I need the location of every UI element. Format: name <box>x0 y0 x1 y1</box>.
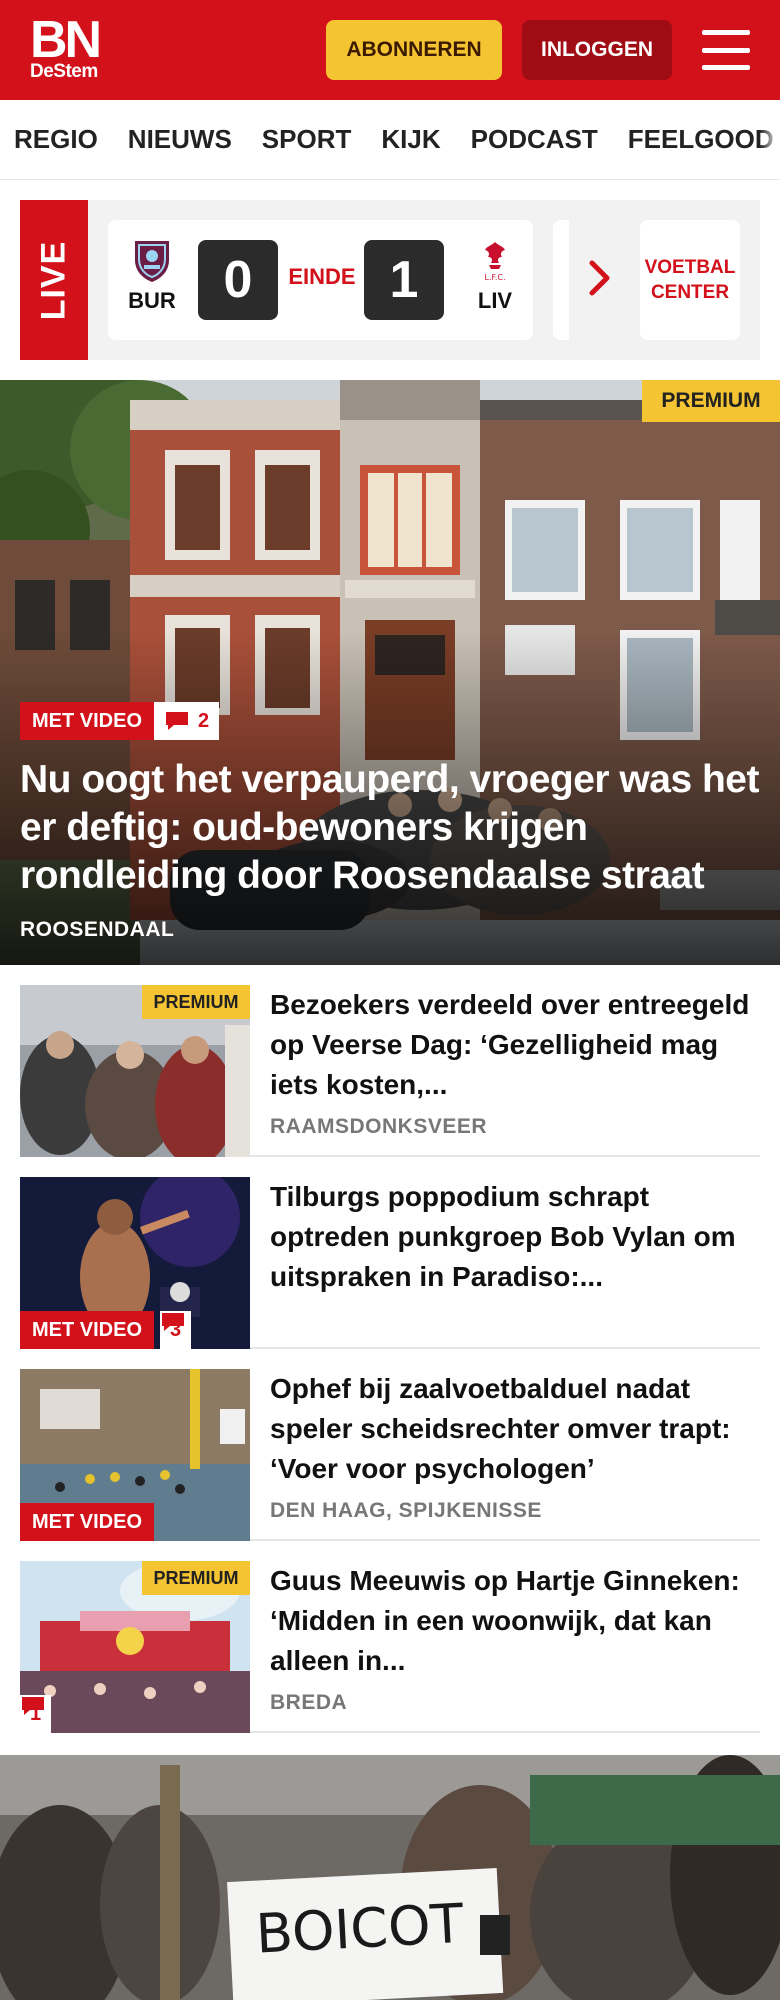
away-team-code: LIV <box>477 288 513 313</box>
article-thumbnail: MET VIDEO 3 <box>20 1177 250 1349</box>
comment-badge: 3 <box>160 1311 192 1349</box>
article-card[interactable]: PREMIUM 1 Guus Meeuwis op Hartje Ginneke… <box>20 1561 760 1733</box>
logo-sub: DeStem <box>30 61 98 82</box>
site-header: BN DeStem ABONNEREN INLOGGEN <box>0 0 780 100</box>
nav-item-regio[interactable]: REGIO <box>14 124 98 155</box>
comment-count: 2 <box>198 709 210 732</box>
video-badge: MET VIDEO <box>20 702 155 740</box>
site-logo[interactable]: BN DeStem <box>30 11 102 82</box>
live-text: LIVE <box>34 240 73 320</box>
article-card[interactable]: MET VIDEO Ophef bij zaalvoetbalduel nada… <box>20 1369 760 1541</box>
comment-badge: 2 <box>154 702 220 740</box>
nav-item-kijk[interactable]: KIJK <box>381 124 440 155</box>
article-title[interactable]: Bezoekers verdeeld over entreegeld op Ve… <box>270 985 760 1105</box>
article-location: RAAMSDONKSVEER <box>270 1115 488 1138</box>
video-badge: MET VIDEO <box>20 1311 155 1349</box>
hero-article[interactable]: PREMIUM MET VIDEO 2 Nu oogt het verpaupe… <box>0 380 780 965</box>
voetbal-center-line2: CENTER <box>650 282 730 303</box>
video-badge: MET VIDEO <box>20 1503 155 1541</box>
premium-badge: PREMIUM <box>142 985 250 1019</box>
article-location: DEN HAAG, SPIJKENISSE <box>270 1499 542 1522</box>
premium-badge: PREMIUM <box>142 1561 250 1595</box>
protest-sign: BOICOT <box>227 1868 504 2000</box>
hero-title[interactable]: Nu oogt het verpauperd, vroeger was het … <box>20 756 760 900</box>
article-location: BREDA <box>270 1691 348 1714</box>
match-status: EINDE <box>288 264 356 289</box>
home-team-code: BUR <box>128 288 176 313</box>
burnley-crest-icon <box>135 241 169 282</box>
nav-item-feelgood[interactable]: FEELGOOD <box>628 124 774 155</box>
live-score-bar: LIVE BUR 0 EINDE 1 L.F.C. LIV VOETBAL CE… <box>20 200 760 360</box>
subscribe-button[interactable]: ABONNEREN <box>326 20 502 80</box>
match-card[interactable]: BUR 0 EINDE 1 L.F.C. LIV <box>108 220 533 340</box>
away-crest-text: L.F.C. <box>485 273 506 282</box>
hamburger-menu-icon[interactable] <box>702 30 750 70</box>
article-thumbnail: MET VIDEO <box>20 1369 250 1541</box>
comment-badge: 1 <box>20 1695 52 1733</box>
nav-item-sport[interactable]: SPORT <box>262 124 352 155</box>
comment-icon <box>162 1313 184 1331</box>
away-score: 1 <box>364 240 444 320</box>
nav-fade <box>760 100 780 179</box>
away-team: L.F.C. LIV <box>465 238 525 314</box>
nav-item-podcast[interactable]: PODCAST <box>471 124 598 155</box>
home-team: BUR <box>122 238 182 314</box>
hero-location: ROOSENDAAL <box>20 918 175 941</box>
next-match-card[interactable]: VOETBAL CENTER <box>553 220 760 340</box>
next-hero-photo[interactable]: BOICOT <box>0 1755 780 2000</box>
article-title[interactable]: Ophef bij zaalvoetbalduel nadat speler s… <box>270 1369 760 1489</box>
premium-badge: PREMIUM <box>642 380 780 422</box>
comment-icon <box>22 1697 44 1715</box>
article-card[interactable]: PREMIUM Bezoekers verdeeld over entreege… <box>20 985 760 1157</box>
article-thumbnail: PREMIUM 1 <box>20 1561 250 1733</box>
login-button[interactable]: INLOGGEN <box>522 20 672 80</box>
comment-icon <box>166 712 189 730</box>
article-title[interactable]: Guus Meeuwis op Hartje Ginneken: ‘Midden… <box>270 1561 760 1681</box>
live-label: LIVE <box>20 200 88 360</box>
hero-badges: MET VIDEO 2 <box>20 702 220 740</box>
article-card[interactable]: MET VIDEO 3 Tilburgs poppodium schrapt o… <box>20 1177 760 1349</box>
article-title[interactable]: Tilburgs poppodium schrapt optreden punk… <box>270 1177 760 1297</box>
protest-sign-text: BOICOT <box>254 1892 466 1966</box>
chevron-right-icon[interactable] <box>587 258 613 298</box>
liverpool-crest-icon: L.F.C. <box>485 242 506 282</box>
next-match-strip <box>553 220 569 340</box>
voetbal-center-link[interactable]: VOETBAL CENTER <box>640 220 740 340</box>
logo-main: BN <box>30 11 102 69</box>
article-thumbnail: PREMIUM <box>20 985 250 1157</box>
nav-item-nieuws[interactable]: NIEUWS <box>128 124 232 155</box>
main-navigation: REGIO NIEUWS SPORT KIJK PODCAST FEELGOOD <box>0 100 780 180</box>
home-score: 0 <box>198 240 278 320</box>
voetbal-center-line1: VOETBAL <box>644 257 736 278</box>
protest-photo: BOICOT <box>0 1755 780 2000</box>
